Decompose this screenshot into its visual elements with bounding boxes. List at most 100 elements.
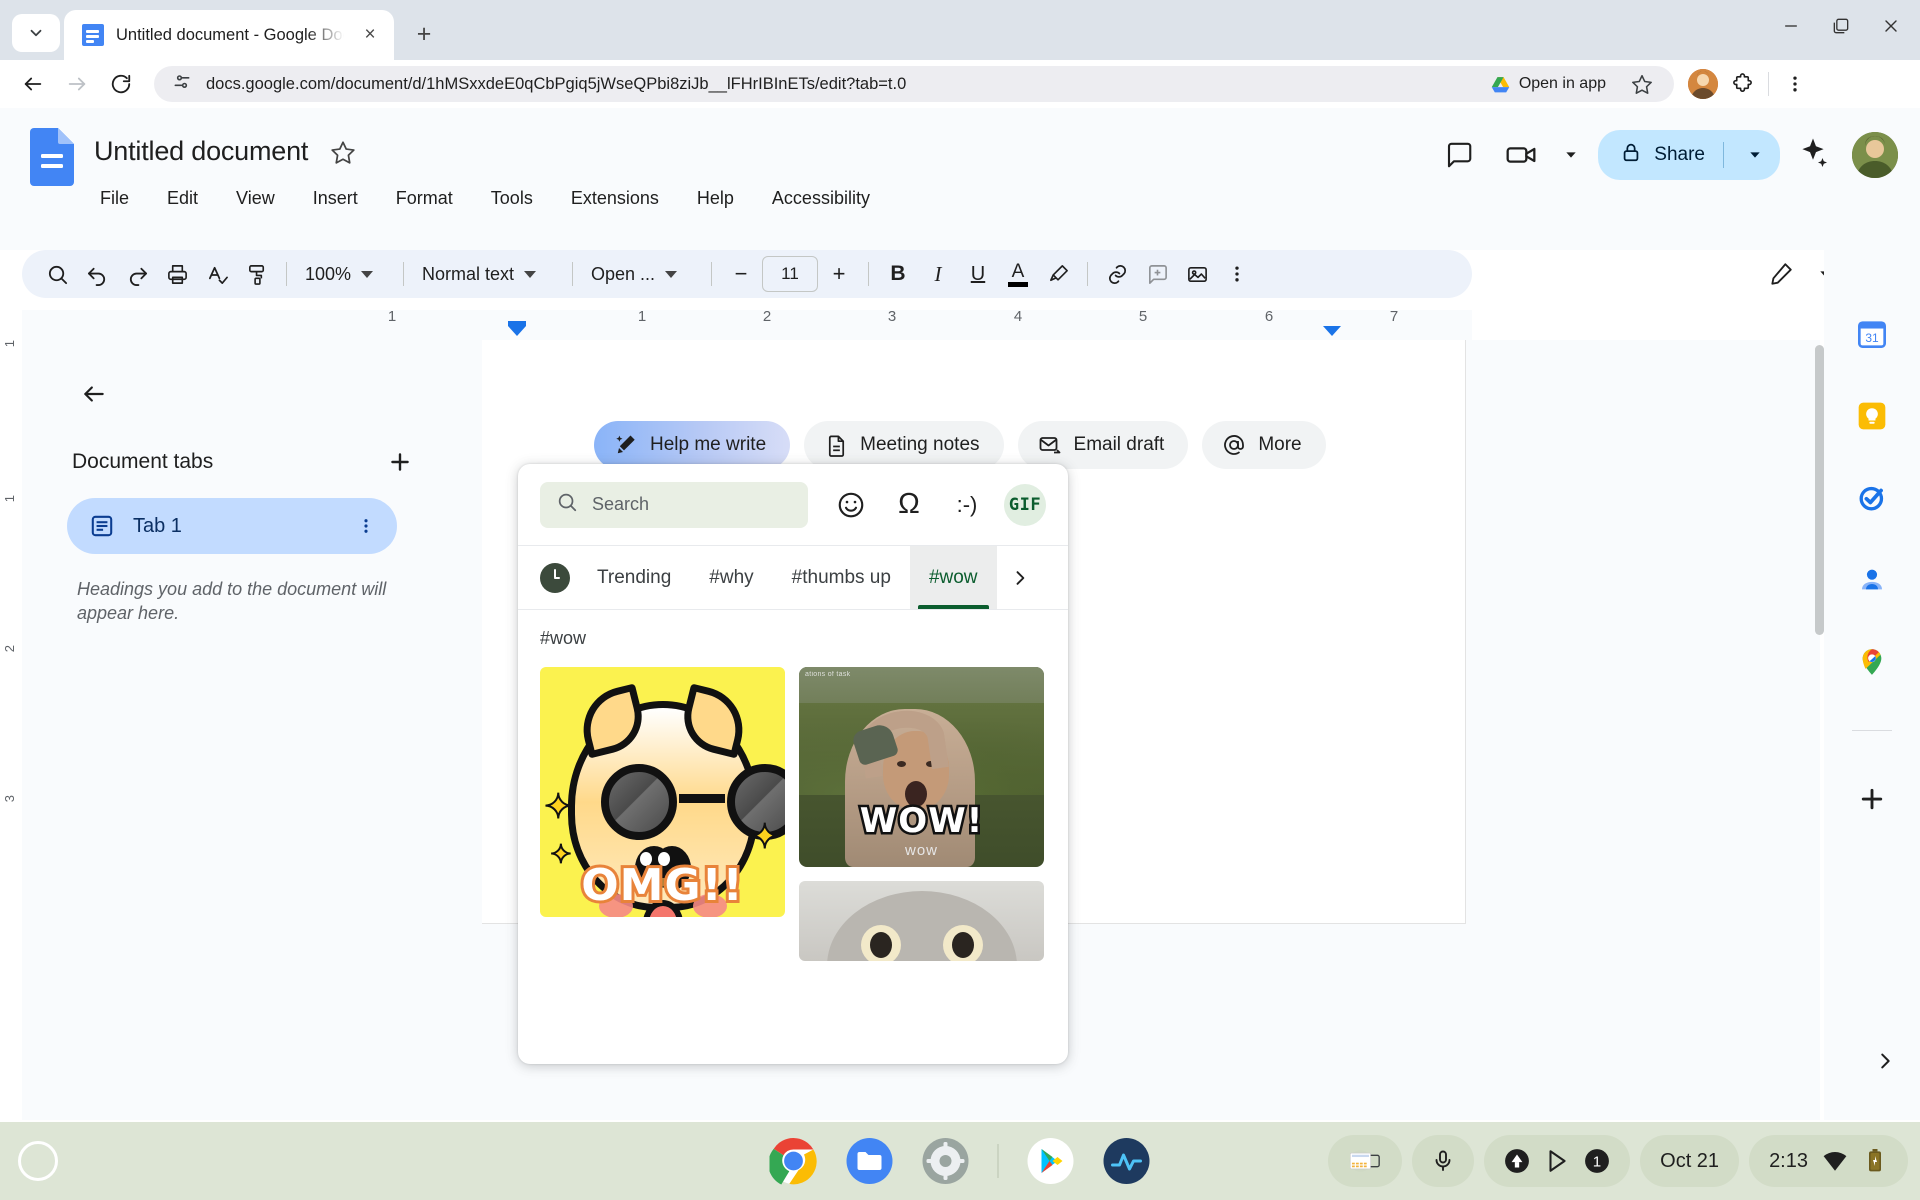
share-chevron-down-icon[interactable] [1736, 147, 1774, 163]
gif-icon[interactable]: GIF [1004, 483, 1046, 526]
video-camera-icon[interactable] [1498, 132, 1544, 178]
paragraph-style-dropdown[interactable]: Normal text [414, 255, 562, 293]
microphone-button[interactable] [1412, 1135, 1475, 1187]
bold-button[interactable]: B [879, 255, 917, 293]
print-icon[interactable] [158, 255, 196, 293]
files-icon[interactable] [846, 1137, 894, 1185]
insert-image-icon[interactable] [1178, 255, 1216, 293]
menu-format[interactable]: Format [392, 184, 457, 213]
maximize-icon[interactable] [1818, 6, 1864, 46]
emoticon-icon[interactable]: :-) [946, 484, 988, 526]
text-color-button[interactable]: A [999, 255, 1037, 293]
category-trending[interactable]: Trending [578, 546, 690, 609]
expand-panel-icon[interactable] [1868, 1044, 1902, 1078]
menu-file[interactable]: File [96, 184, 133, 213]
search-icon[interactable] [38, 255, 76, 293]
site-settings-icon[interactable] [172, 72, 192, 97]
underline-button[interactable]: U [959, 255, 997, 293]
scrollbar-thumb[interactable] [1815, 345, 1824, 635]
spellcheck-icon[interactable] [198, 255, 236, 293]
link-icon[interactable] [1098, 255, 1136, 293]
font-family-dropdown[interactable]: Open ... [583, 255, 701, 293]
activity-icon[interactable] [1103, 1137, 1151, 1185]
menu-accessibility[interactable]: Accessibility [768, 184, 874, 213]
google-calendar-icon[interactable]: 31 [1854, 316, 1890, 352]
more-options-icon[interactable] [1218, 255, 1256, 293]
italic-button[interactable]: I [919, 255, 957, 293]
search-input[interactable]: Search [540, 481, 808, 528]
zoom-level-dropdown[interactable]: 100% [297, 255, 393, 293]
pencil-icon[interactable] [1762, 255, 1800, 293]
wow-reaction-gif[interactable]: ations of task WOW! wow [799, 667, 1044, 867]
font-size-input[interactable]: 11 [762, 256, 818, 292]
emoji-icon[interactable] [830, 484, 872, 526]
browser-tab[interactable]: Untitled document - Google Doc × [64, 10, 394, 60]
category-wow[interactable]: #wow [909, 546, 997, 609]
close-window-icon[interactable] [1868, 6, 1914, 46]
gemini-spark-icon[interactable] [1796, 135, 1836, 175]
sidebar-item-tab-1[interactable]: Tab 1 [67, 498, 397, 554]
kawaii-cat-omg-gif[interactable]: ✦ ✦ ✦ OMG!! [540, 667, 785, 917]
category-why[interactable]: #why [690, 546, 772, 609]
chevron-right-icon[interactable] [997, 546, 1043, 609]
profile-avatar[interactable] [1688, 69, 1718, 99]
menu-view[interactable]: View [232, 184, 279, 213]
menu-extensions[interactable]: Extensions [567, 184, 663, 213]
menu-edit[interactable]: Edit [163, 184, 202, 213]
share-button[interactable]: Share [1598, 130, 1780, 180]
star-icon[interactable] [330, 139, 356, 165]
undo-icon[interactable] [78, 255, 116, 293]
date-button[interactable]: Oct 21 [1640, 1135, 1740, 1187]
paint-format-icon[interactable] [238, 255, 276, 293]
three-dot-menu-icon[interactable] [1777, 66, 1813, 102]
google-maps-icon[interactable] [1854, 644, 1890, 680]
category-thumbs-up[interactable]: #thumbs up [773, 546, 910, 609]
google-contacts-icon[interactable] [1854, 562, 1890, 598]
special-character-icon[interactable]: Ω [888, 484, 930, 526]
ime-keyboard-button[interactable] [1328, 1135, 1403, 1187]
add-tab-icon[interactable] [383, 445, 417, 479]
recent-clock-icon[interactable] [532, 546, 578, 609]
chrome-icon[interactable] [768, 1137, 818, 1185]
redo-icon[interactable] [118, 255, 156, 293]
decrease-font-size-button[interactable]: − [722, 255, 760, 293]
reload-icon[interactable] [100, 63, 142, 105]
chip-email-draft[interactable]: Email draft [1017, 421, 1189, 469]
tabs-panel-back-arrow-icon[interactable] [72, 372, 116, 416]
menu-insert[interactable]: Insert [309, 184, 362, 213]
status-time-button[interactable]: 2:13 [1749, 1135, 1908, 1187]
chip-more[interactable]: More [1202, 421, 1326, 469]
minimize-icon[interactable] [1768, 6, 1814, 46]
add-on-plus-icon[interactable] [1854, 781, 1890, 817]
star-icon[interactable] [1624, 66, 1660, 102]
increase-font-size-button[interactable]: + [820, 255, 858, 293]
menu-tools[interactable]: Tools [487, 184, 537, 213]
open-in-app-button[interactable]: Open in app [1490, 74, 1610, 95]
address-bar[interactable]: docs.google.com/document/d/1hMSxxdeE0qCb… [154, 66, 1674, 102]
add-comment-icon[interactable] [1138, 255, 1176, 293]
google-keep-icon[interactable] [1854, 398, 1890, 434]
first-line-indent-marker[interactable] [508, 326, 526, 336]
google-tasks-icon[interactable] [1854, 480, 1890, 516]
play-store-icon[interactable] [1027, 1137, 1075, 1185]
meet-chevron-down-icon[interactable] [1560, 132, 1582, 178]
new-tab-button[interactable]: + [404, 14, 444, 54]
vertical-scrollbar[interactable] [1815, 345, 1824, 945]
page-title[interactable]: Untitled document [94, 136, 308, 167]
settings-icon[interactable] [922, 1137, 970, 1185]
three-dot-menu-icon[interactable] [353, 517, 379, 535]
launcher-icon[interactable] [18, 1141, 58, 1181]
close-icon[interactable]: × [356, 21, 384, 49]
menu-help[interactable]: Help [693, 184, 738, 213]
back-arrow-icon[interactable] [12, 63, 54, 105]
status-icons-group[interactable]: 1 [1484, 1135, 1631, 1187]
avatar[interactable] [1852, 132, 1898, 178]
comment-icon[interactable] [1436, 132, 1482, 178]
extensions-icon[interactable] [1724, 66, 1760, 102]
grey-cat-gif[interactable] [799, 881, 1044, 961]
chip-help-me-write[interactable]: Help me write [594, 421, 791, 469]
highlight-pen-icon[interactable] [1039, 255, 1077, 293]
chip-meeting-notes[interactable]: Meeting notes [804, 421, 1004, 469]
horizontal-ruler[interactable]: 1 1 2 3 4 5 6 7 [22, 308, 1472, 340]
right-indent-marker[interactable] [1323, 326, 1341, 336]
